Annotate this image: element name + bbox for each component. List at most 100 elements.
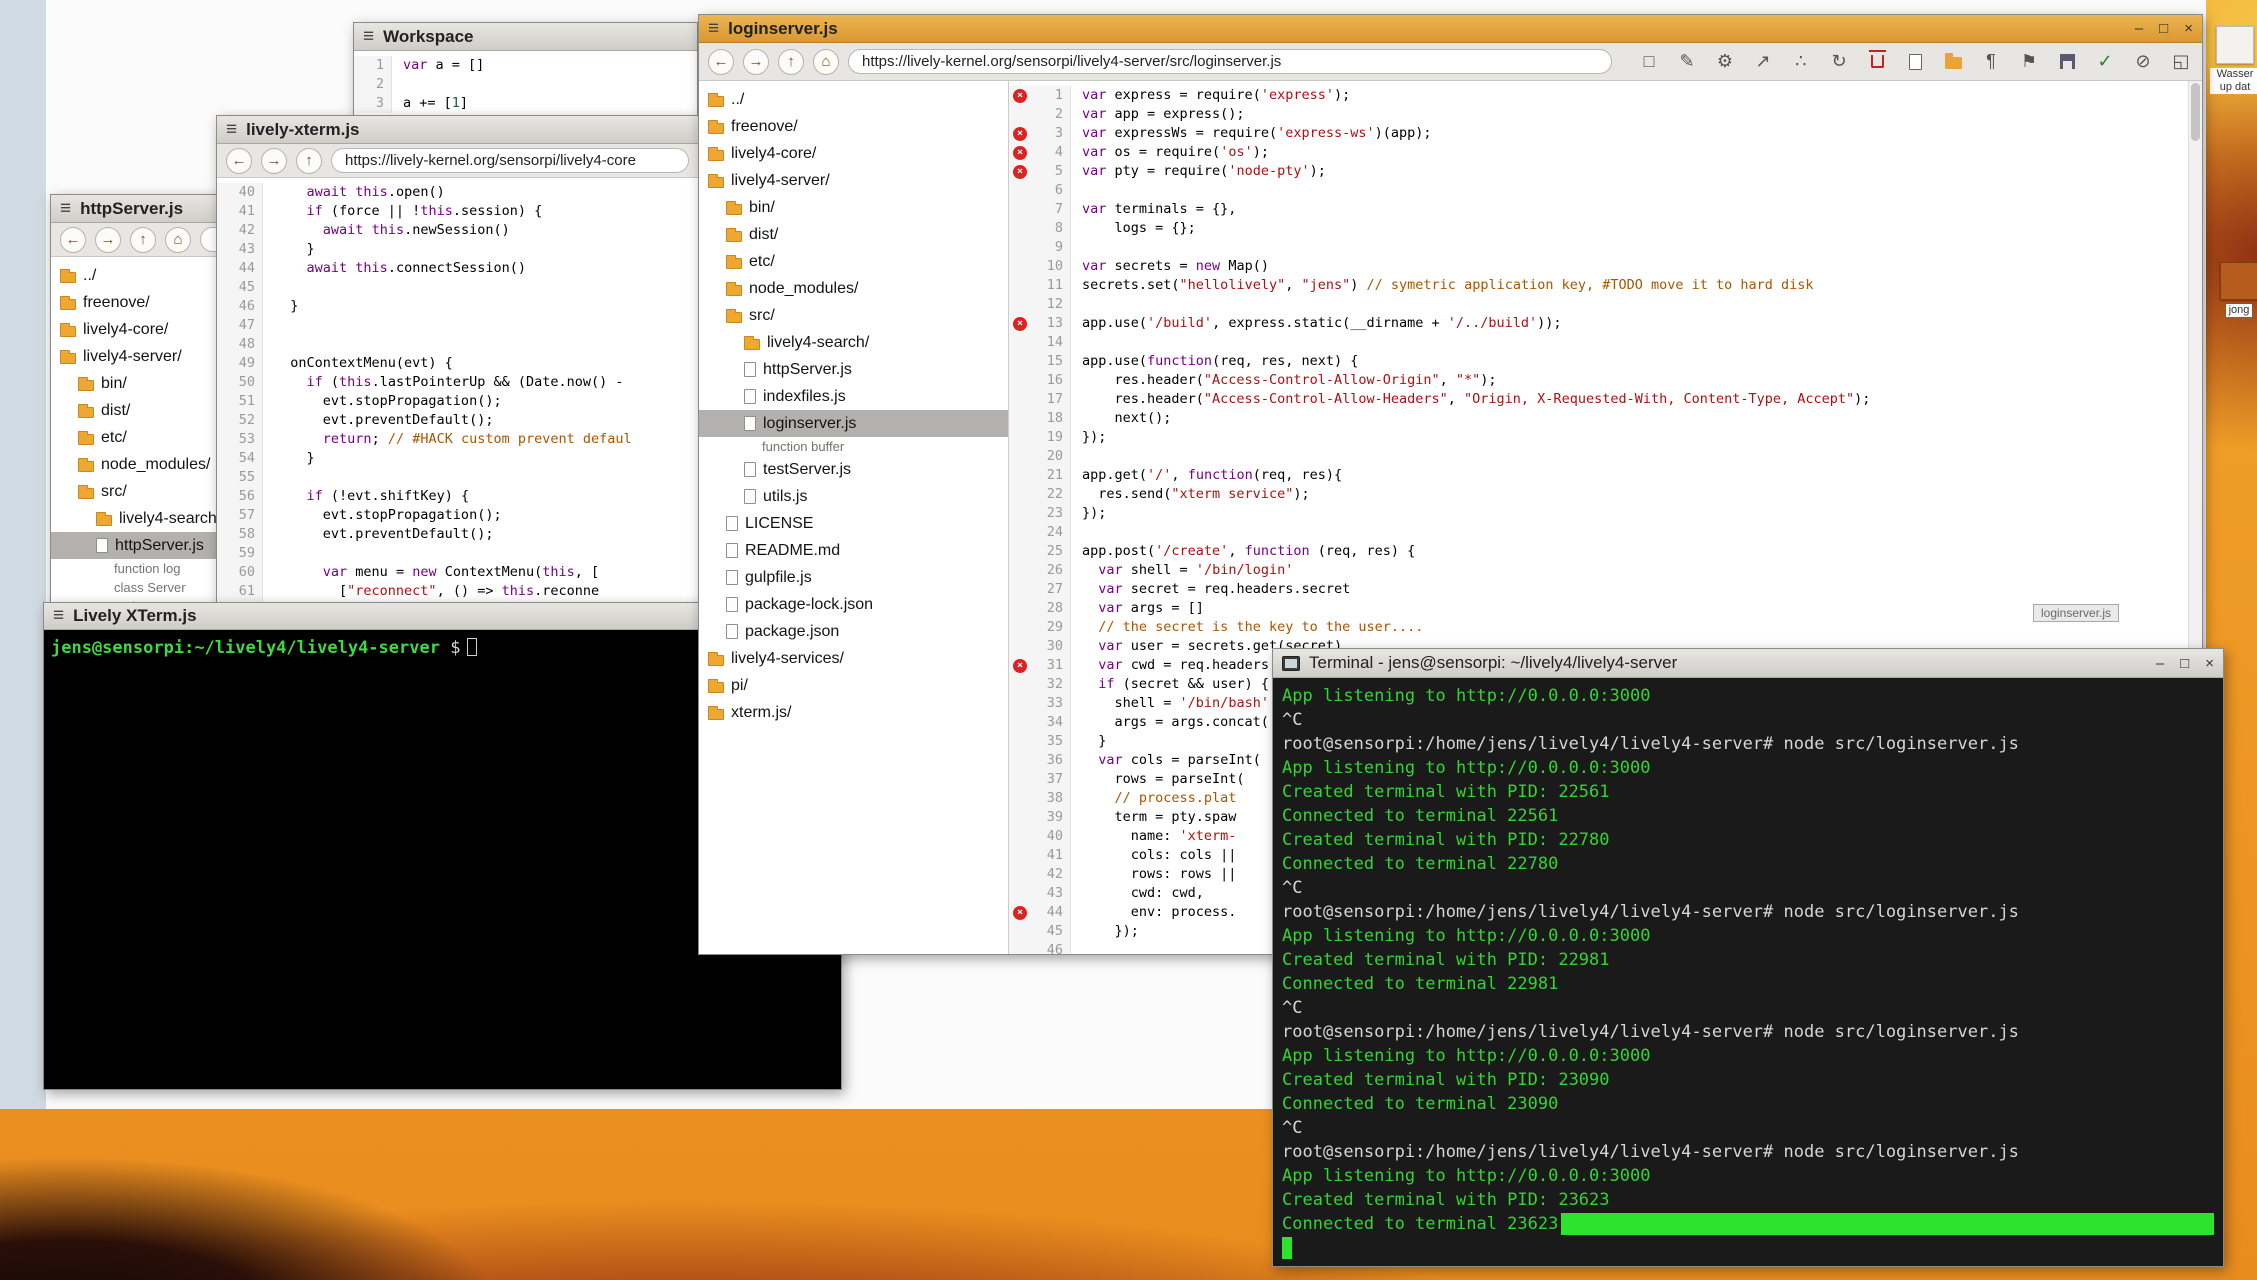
back-button[interactable]: ← xyxy=(708,49,734,75)
desktop-icon-wasser[interactable]: Wasser up dat xyxy=(2210,26,2257,94)
up-button[interactable]: ↑ xyxy=(296,148,322,174)
code-line[interactable]: 49 onContextMenu(evt) { xyxy=(217,354,698,373)
error-marker-icon[interactable]: × xyxy=(1013,127,1027,141)
tree-item-readme-md[interactable]: README.md xyxy=(699,537,1008,564)
minimize-button[interactable]: – xyxy=(2135,20,2143,37)
code-line[interactable]: 3a += [1] xyxy=(354,94,697,113)
code-line[interactable]: 27 var secret = req.headers.secret xyxy=(1009,580,2188,599)
home-button[interactable]: ⌂ xyxy=(165,227,191,253)
tree-item-indexfiles-js[interactable]: indexfiles.js xyxy=(699,383,1008,410)
tree-item-lively4-core[interactable]: lively4-core/ xyxy=(699,140,1008,167)
code-line[interactable]: 2 xyxy=(354,75,697,94)
tree-item-loginserver-js[interactable]: loginserver.js xyxy=(699,410,1008,437)
code-line[interactable]: 50 if (this.lastPointerUp && (Date.now()… xyxy=(217,373,698,392)
code-line[interactable]: 26 var shell = '/bin/login' xyxy=(1009,561,2188,580)
format-icon[interactable]: ¶ xyxy=(1979,50,2003,74)
code-line[interactable]: 16 res.header("Access-Control-Allow-Orig… xyxy=(1009,371,2188,390)
tree-item-dist[interactable]: dist/ xyxy=(699,221,1008,248)
tree-item-[interactable]: ../ xyxy=(699,86,1008,113)
code-line[interactable]: 56 if (!evt.shiftKey) { xyxy=(217,487,698,506)
workspace-titlebar[interactable]: ≡ Workspace xyxy=(354,23,697,51)
code-line[interactable]: 2var app = express(); xyxy=(1009,105,2188,124)
code-line[interactable]: 19}); xyxy=(1009,428,2188,447)
code-line[interactable]: 48 xyxy=(217,335,698,354)
maximize-button[interactable]: □ xyxy=(2180,655,2189,672)
trash-icon[interactable] xyxy=(1865,50,1889,74)
tree-item-testserver-js[interactable]: testServer.js xyxy=(699,456,1008,483)
hierarchy-icon[interactable]: ∴ xyxy=(1789,50,1813,74)
code-line[interactable]: 42 await this.newSession() xyxy=(217,221,698,240)
tree-item-utils-js[interactable]: utils.js xyxy=(699,483,1008,510)
code-line[interactable]: ×3var expressWs = require('express-ws')(… xyxy=(1009,124,2188,143)
code-line[interactable]: 22 res.send("xterm service"); xyxy=(1009,485,2188,504)
url-field[interactable]: https://lively-kernel.org/sensorpi/livel… xyxy=(331,148,689,173)
code-line[interactable]: 21app.get('/', function(req, res){ xyxy=(1009,466,2188,485)
code-line[interactable]: 59 xyxy=(217,544,698,563)
new-file-icon[interactable] xyxy=(1903,50,1927,74)
code-line[interactable]: 29 // the secret is the key to the user.… xyxy=(1009,618,2188,637)
save-icon[interactable] xyxy=(2055,50,2079,74)
code-line[interactable]: 47 xyxy=(217,316,698,335)
code-line[interactable]: 55 xyxy=(217,468,698,487)
terminal-titlebar[interactable]: Terminal - jens@sensorpi: ~/lively4/live… xyxy=(1273,649,2223,678)
loginserver-titlebar[interactable]: ≡ loginserver.js – □ × xyxy=(699,15,2202,43)
code-line[interactable]: 53 return; // #HACK custom prevent defau… xyxy=(217,430,698,449)
tree-item-pi[interactable]: pi/ xyxy=(699,672,1008,699)
new-folder-icon[interactable] xyxy=(1941,50,1965,74)
code-line[interactable]: 61 ["reconnect", () => this.reconne xyxy=(217,582,698,601)
open-external-icon[interactable]: ↗ xyxy=(1751,50,1775,74)
error-marker-icon[interactable]: × xyxy=(1013,659,1027,673)
desktop-icon-jong[interactable]: jong xyxy=(2214,262,2257,317)
error-marker-icon[interactable]: × xyxy=(1013,906,1027,920)
code-line[interactable]: 43 } xyxy=(217,240,698,259)
forward-button[interactable]: → xyxy=(95,227,121,253)
workspace-editor[interactable]: 1var a = []23a += [1] xyxy=(354,51,697,116)
tree-item-license[interactable]: LICENSE xyxy=(699,510,1008,537)
tree-item-node-modules[interactable]: node_modules/ xyxy=(699,275,1008,302)
error-marker-icon[interactable]: × xyxy=(1013,89,1027,103)
code-line[interactable]: 52 evt.preventDefault(); xyxy=(217,411,698,430)
code-line[interactable]: 12 xyxy=(1009,295,2188,314)
scrollbar-thumb[interactable] xyxy=(2191,83,2200,141)
maximize-button[interactable]: □ xyxy=(2159,20,2168,37)
code-line[interactable]: 54 } xyxy=(217,449,698,468)
tree-item-src[interactable]: src/ xyxy=(699,302,1008,329)
code-line[interactable]: 46 } xyxy=(217,297,698,316)
lively-xterm-code-editor[interactable]: 40 await this.open()41 if (force || !thi… xyxy=(217,178,698,604)
tree-item-gulpfile-js[interactable]: gulpfile.js xyxy=(699,564,1008,591)
code-line[interactable]: 40 await this.open() xyxy=(217,183,698,202)
code-line[interactable]: ×5var pty = require('node-pty'); xyxy=(1009,162,2188,181)
brush-icon[interactable]: ✎ xyxy=(1675,50,1699,74)
close-button[interactable]: × xyxy=(2184,20,2193,37)
tree-item-lively4-server[interactable]: lively4-server/ xyxy=(699,167,1008,194)
up-button[interactable]: ↑ xyxy=(130,227,156,253)
tree-item-package-lock-json[interactable]: package-lock.json xyxy=(699,591,1008,618)
code-line[interactable]: ×13app.use('/build', express.static(__di… xyxy=(1009,314,2188,333)
url-field[interactable]: https://lively-kernel.org/sensorpi/livel… xyxy=(848,49,1612,74)
menu-icon[interactable]: ≡ xyxy=(708,18,719,40)
lively-xterm-titlebar[interactable]: ≡ lively-xterm.js xyxy=(217,116,698,144)
cancel-icon[interactable]: ⊘ xyxy=(2131,50,2155,74)
code-line[interactable]: 15app.use(function(req, res, next) { xyxy=(1009,352,2188,371)
code-line[interactable]: ×1var express = require('express'); xyxy=(1009,86,2188,105)
code-line[interactable]: 23}); xyxy=(1009,504,2188,523)
refresh-icon[interactable]: ↻ xyxy=(1827,50,1851,74)
code-line[interactable]: ×4var os = require('os'); xyxy=(1009,143,2188,162)
tree-sub-item[interactable]: function buffer xyxy=(699,437,1008,456)
forward-button[interactable]: → xyxy=(743,49,769,75)
tree-item-lively4-services[interactable]: lively4-services/ xyxy=(699,645,1008,672)
code-line[interactable]: 28 var args = [] xyxy=(1009,599,2188,618)
accept-icon[interactable]: ✓ xyxy=(2093,50,2117,74)
code-line[interactable]: 17 res.header("Access-Control-Allow-Head… xyxy=(1009,390,2188,409)
tree-item-etc[interactable]: etc/ xyxy=(699,248,1008,275)
flag-icon[interactable]: ⚑ xyxy=(2017,50,2041,74)
minimize-button[interactable]: – xyxy=(2156,655,2164,672)
tree-item-xterm-js[interactable]: xterm.js/ xyxy=(699,699,1008,726)
code-line[interactable]: 14 xyxy=(1009,333,2188,352)
menu-icon[interactable]: ≡ xyxy=(363,26,374,48)
code-line[interactable]: 20 xyxy=(1009,447,2188,466)
error-marker-icon[interactable]: × xyxy=(1013,146,1027,160)
code-line[interactable]: 18 next(); xyxy=(1009,409,2188,428)
code-line[interactable]: 41 if (force || !this.session) { xyxy=(217,202,698,221)
close-button[interactable]: × xyxy=(2205,655,2214,672)
